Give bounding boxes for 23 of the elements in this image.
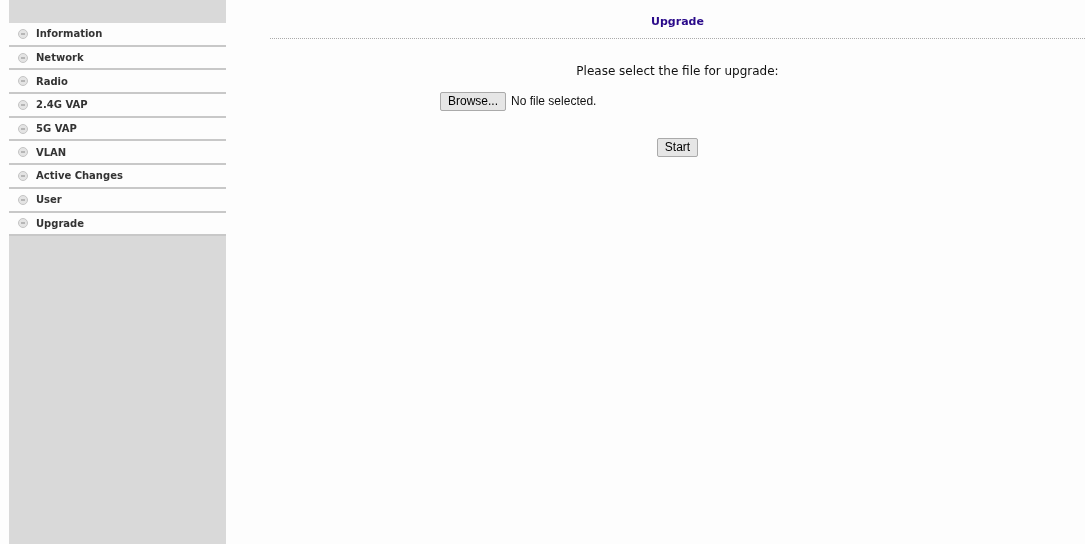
collapse-icon <box>18 123 28 134</box>
collapse-icon <box>18 76 28 87</box>
start-button[interactable]: Start <box>656 137 699 157</box>
sidebar-item[interactable]: Information <box>9 23 226 47</box>
collapse-icon <box>18 28 28 39</box>
collapse-icon <box>18 194 28 205</box>
sidebar-item[interactable]: Radio <box>9 70 226 95</box>
sidebar-item[interactable]: 5G VAP <box>9 117 226 142</box>
page-title: Upgrade <box>270 0 1085 39</box>
collapse-icon <box>18 99 28 110</box>
sidebar-item[interactable]: VLAN <box>9 141 226 166</box>
prompt-text: Please select the file for upgrade: <box>576 63 779 78</box>
sidebar-item[interactable]: Active Changes <box>9 165 226 189</box>
file-status: No file selected. <box>511 93 597 110</box>
collapse-icon <box>18 147 28 158</box>
sidebar-item[interactable]: User <box>9 188 226 213</box>
browse-button[interactable]: Browse... <box>440 91 506 111</box>
collapse-icon <box>18 170 28 181</box>
collapse-icon <box>18 52 28 63</box>
collapse-icon <box>18 218 28 229</box>
sidebar-item[interactable]: Upgrade <box>9 212 226 237</box>
sidebar-item[interactable]: Network <box>9 46 226 71</box>
sidebar-item[interactable]: 2.4G VAP <box>9 94 226 118</box>
